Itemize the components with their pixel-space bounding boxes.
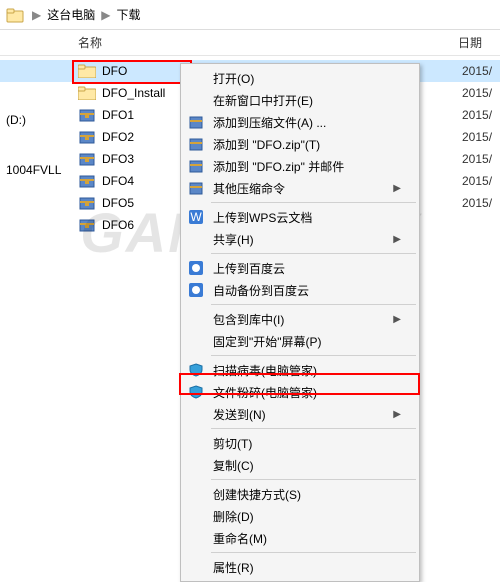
archive-icon <box>78 151 96 167</box>
menu-item-label: 添加到压缩文件(A) ... <box>213 114 326 131</box>
chevron-right-icon: ▶ <box>393 314 401 325</box>
menu-item-label: 重命名(M) <box>213 530 267 547</box>
menu-item-label: 固定到"开始"屏幕(P) <box>213 333 322 350</box>
menu-item-label: 发送到(N) <box>213 406 266 423</box>
menu-item-label: 上传到百度云 <box>213 260 285 277</box>
menu-item[interactable]: 其他压缩命令 ▶ <box>183 177 417 199</box>
menu-item[interactable]: 扫描病毒(电脑管家) <box>183 359 417 381</box>
menu-separator <box>211 355 416 356</box>
breadcrumb[interactable]: ▶ 这台电脑 ▶ 下载 <box>0 0 500 30</box>
folder-nav-icon <box>6 6 24 24</box>
menu-item-label: 包含到库中(I) <box>213 311 284 328</box>
menu-item-label: 剪切(T) <box>213 435 252 452</box>
menu-item-label: 文件粉碎(电脑管家) <box>213 384 317 401</box>
menu-item[interactable]: 包含到库中(I) ▶ <box>183 308 417 330</box>
file-date: 2015/ <box>462 152 496 166</box>
menu-item-label: 共享(H) <box>213 231 254 248</box>
archive-icon <box>188 114 204 130</box>
menu-item[interactable]: 属性(R) <box>183 556 417 578</box>
menu-item[interactable]: 固定到"开始"屏幕(P) <box>183 330 417 352</box>
menu-item-label: 创建快捷方式(S) <box>213 486 301 503</box>
archive-icon <box>78 173 96 189</box>
menu-separator <box>211 428 416 429</box>
shield-icon <box>188 384 204 400</box>
menu-item[interactable]: 发送到(N) ▶ <box>183 403 417 425</box>
menu-separator <box>211 253 416 254</box>
archive-icon <box>78 195 96 211</box>
menu-item[interactable]: 创建快捷方式(S) <box>183 483 417 505</box>
menu-item[interactable]: 自动备份到百度云 <box>183 279 417 301</box>
archive-icon <box>188 158 204 174</box>
menu-separator <box>211 304 416 305</box>
file-date: 2015/ <box>462 86 496 100</box>
menu-item[interactable]: 打开(O) <box>183 67 417 89</box>
menu-item[interactable]: 上传到百度云 <box>183 257 417 279</box>
archive-icon <box>78 217 96 233</box>
menu-item-label: 其他压缩命令 <box>213 180 285 197</box>
context-menu[interactable]: 打开(O) 在新窗口中打开(E) 添加到压缩文件(A) ... 添加到 "DFO.zi… <box>180 63 420 582</box>
baidu-icon <box>188 282 204 298</box>
menu-item[interactable]: 添加到 "DFO.zip" 并邮件 <box>183 155 417 177</box>
baidu-icon <box>188 260 204 276</box>
menu-item[interactable]: 在新窗口中打开(E) <box>183 89 417 111</box>
folder-icon <box>78 85 96 101</box>
menu-item[interactable]: 添加到 "DFO.zip"(T) <box>183 133 417 155</box>
folder-icon <box>78 63 96 79</box>
menu-separator <box>211 479 416 480</box>
menu-item-label: 上传到WPS云文档 <box>213 209 312 226</box>
archive-icon <box>78 129 96 145</box>
breadcrumb-downloads[interactable]: 下载 <box>112 6 144 23</box>
menu-item[interactable]: 添加到压缩文件(A) ... <box>183 111 417 133</box>
menu-item[interactable]: 重命名(M) <box>183 527 417 549</box>
chevron-right-icon: ▶ <box>99 8 112 22</box>
menu-item-label: 扫描病毒(电脑管家) <box>213 362 317 379</box>
chevron-right-icon: ▶ <box>30 8 43 22</box>
archive-icon <box>78 107 96 123</box>
archive-icon <box>188 136 204 152</box>
column-date[interactable]: 日期 <box>458 34 498 51</box>
menu-item[interactable]: 共享(H) ▶ <box>183 228 417 250</box>
menu-separator <box>211 202 416 203</box>
chevron-right-icon: ▶ <box>393 183 401 194</box>
file-date: 2015/ <box>462 174 496 188</box>
menu-item[interactable]: 剪切(T) <box>183 432 417 454</box>
file-date: 2015/ <box>462 196 496 210</box>
menu-item[interactable]: 文件粉碎(电脑管家) <box>183 381 417 403</box>
menu-item[interactable]: W 上传到WPS云文档 <box>183 206 417 228</box>
menu-separator <box>211 552 416 553</box>
file-date: 2015/ <box>462 64 496 78</box>
menu-item-label: 删除(D) <box>213 508 254 525</box>
breadcrumb-pc[interactable]: 这台电脑 <box>43 6 99 23</box>
file-date: 2015/ <box>462 130 496 144</box>
menu-item-label: 在新窗口中打开(E) <box>213 92 313 109</box>
chevron-right-icon: ▶ <box>393 409 401 420</box>
wps-icon: W <box>188 209 204 225</box>
column-name[interactable]: 名称 <box>78 34 458 51</box>
menu-item-label: 属性(R) <box>213 559 254 576</box>
menu-item[interactable]: 删除(D) <box>183 505 417 527</box>
menu-item-label: 自动备份到百度云 <box>213 282 309 299</box>
archive-icon <box>188 180 204 196</box>
menu-item-label: 打开(O) <box>213 70 254 87</box>
menu-item-label: 添加到 "DFO.zip"(T) <box>213 136 320 153</box>
svg-text:W: W <box>190 210 202 224</box>
menu-item-label: 添加到 "DFO.zip" 并邮件 <box>213 158 344 175</box>
menu-item[interactable]: 复制(C) <box>183 454 417 476</box>
column-header[interactable]: 名称 日期 <box>0 30 500 56</box>
chevron-right-icon: ▶ <box>393 234 401 245</box>
menu-item-label: 复制(C) <box>213 457 254 474</box>
shield-icon <box>188 362 204 378</box>
file-date: 2015/ <box>462 108 496 122</box>
